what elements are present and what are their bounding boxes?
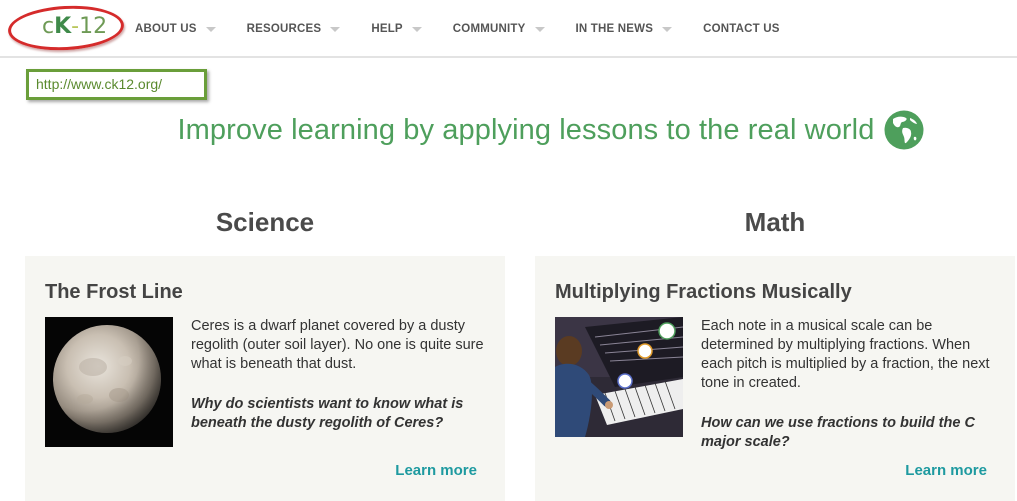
nav-item-label: IN THE NEWS	[575, 23, 654, 35]
nav-item-contact-us[interactable]: CONTACT US	[703, 20, 780, 38]
nav-item-community[interactable]: COMMUNITY	[453, 20, 545, 38]
piano-player-image[interactable]	[555, 317, 683, 447]
nav-item-help[interactable]: HELP	[371, 20, 422, 38]
ck12-logo[interactable]: cK-12	[6, 2, 126, 54]
nav-item-about-us[interactable]: ABOUT US	[135, 20, 216, 38]
nav-item-label: ABOUT US	[135, 23, 197, 35]
chevron-down-icon	[205, 27, 216, 32]
url-text: http://www.ck12.org/	[36, 76, 163, 92]
card-question: Why do scientists want to know what is b…	[191, 396, 464, 431]
nav-item-label: CONTACT US	[703, 23, 780, 35]
hero-headline: Improve learning by applying lessons to …	[0, 108, 1017, 152]
globe-icon	[884, 110, 924, 150]
learn-more-link[interactable]: Learn more	[905, 462, 987, 479]
page: cK-12 ABOUT US RESOURCES HELP COMMUNITY …	[0, 0, 1017, 501]
math-heading: Math	[744, 207, 806, 237]
logo-text: cK-12	[42, 14, 108, 39]
chevron-down-icon	[330, 27, 341, 32]
nav-item-resources[interactable]: RESOURCES	[247, 20, 341, 38]
learn-more-link[interactable]: Learn more	[395, 462, 477, 479]
card-question: How can we use fractions to build the C …	[701, 415, 975, 450]
science-card: The Frost Line Ceres is a dwarf planet c…	[25, 256, 505, 501]
headline-text: Improve learning by applying lessons to …	[177, 113, 875, 146]
chevron-down-icon	[534, 27, 545, 32]
card-description: Each note in a musical scale can be dete…	[701, 318, 990, 391]
url-annotation-box: http://www.ck12.org/	[26, 69, 207, 100]
card-title[interactable]: Multiplying Fractions Musically	[555, 281, 852, 304]
nav-item-label: COMMUNITY	[452, 23, 526, 35]
chevron-down-icon	[411, 27, 422, 32]
nav-item-label: RESOURCES	[246, 23, 322, 35]
main-nav-menu: ABOUT US RESOURCES HELP COMMUNITY IN THE…	[135, 20, 780, 38]
nav-item-label: HELP	[371, 23, 403, 35]
card-description: Ceres is a dwarf planet covered by a dus…	[191, 318, 484, 372]
chevron-down-icon	[662, 27, 673, 32]
ceres-planet-image[interactable]	[45, 317, 173, 447]
nav-item-in-the-news[interactable]: IN THE NEWS	[576, 20, 673, 38]
card-title[interactable]: The Frost Line	[45, 281, 183, 304]
top-navbar: cK-12 ABOUT US RESOURCES HELP COMMUNITY …	[0, 0, 1017, 58]
math-card: Multiplying Fractions Musically Each not…	[535, 256, 1015, 501]
science-heading: Science	[215, 207, 315, 237]
